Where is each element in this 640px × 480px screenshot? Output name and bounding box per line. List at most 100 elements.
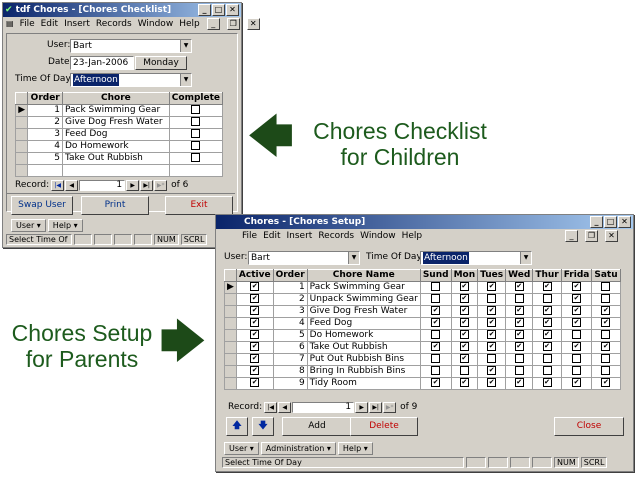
row-selector[interactable] bbox=[224, 353, 237, 366]
prev-record-icon[interactable]: ◀ bbox=[278, 401, 292, 413]
day-cell[interactable] bbox=[505, 353, 534, 366]
doc-close-button[interactable]: ✕ bbox=[605, 229, 618, 242]
day-cell[interactable]: ✔ bbox=[591, 341, 621, 354]
doc-close-button[interactable]: ✕ bbox=[246, 17, 260, 30]
day-cell[interactable] bbox=[450, 365, 479, 378]
active-cell[interactable]: ✔ bbox=[235, 365, 274, 378]
menu-file[interactable]: File bbox=[242, 231, 257, 241]
order-cell[interactable]: 1 bbox=[27, 104, 63, 117]
day-cell[interactable]: ✔ bbox=[477, 329, 507, 342]
day-checkbox[interactable]: ✔ bbox=[514, 330, 524, 339]
row-selector[interactable] bbox=[224, 329, 237, 342]
checklist-row[interactable]: 4 Do Homework bbox=[14, 140, 224, 153]
close-window-button[interactable]: ✕ bbox=[618, 216, 631, 228]
complete-checkbox[interactable] bbox=[191, 153, 201, 162]
day-cell[interactable]: ✔ bbox=[532, 377, 562, 390]
day-checkbox[interactable]: ✔ bbox=[542, 306, 552, 315]
order-cell[interactable]: 4 bbox=[272, 317, 308, 330]
day-cell[interactable]: ✔ bbox=[505, 281, 534, 294]
day-cell[interactable] bbox=[591, 281, 621, 294]
setup-row[interactable]: ✔ 6 Take Out Rubbish ✔ ✔ ✔ ✔ ✔ ✔ ✔ bbox=[224, 341, 621, 354]
dropdown-arrow-icon[interactable]: ▼ bbox=[520, 252, 531, 264]
day-checkbox[interactable] bbox=[572, 330, 582, 339]
col-order[interactable]: Order bbox=[272, 269, 308, 282]
day-checkbox[interactable]: ✔ bbox=[487, 342, 497, 351]
day-checkbox[interactable] bbox=[542, 366, 552, 375]
empty-cell[interactable] bbox=[27, 164, 63, 177]
day-checkbox[interactable]: ✔ bbox=[542, 342, 552, 351]
maximize-button[interactable]: □ bbox=[212, 4, 225, 16]
doc-icon[interactable]: ▤ bbox=[6, 19, 14, 28]
order-cell[interactable]: 9 bbox=[272, 377, 308, 390]
day-checkbox[interactable]: ✔ bbox=[431, 342, 441, 351]
exit-button[interactable]: Exit bbox=[165, 196, 233, 215]
order-cell[interactable]: 4 bbox=[27, 140, 63, 153]
active-checkbox[interactable]: ✔ bbox=[250, 306, 260, 315]
day-cell[interactable] bbox=[591, 293, 621, 306]
day-cell[interactable] bbox=[591, 329, 621, 342]
day-checkbox[interactable]: ✔ bbox=[514, 306, 524, 315]
day-checkbox[interactable]: ✔ bbox=[542, 282, 552, 291]
day-checkbox[interactable]: ✔ bbox=[487, 306, 497, 315]
day-cell[interactable]: ✔ bbox=[532, 305, 562, 318]
day-checkbox[interactable] bbox=[431, 354, 441, 363]
doc-restore-button[interactable]: ❐ bbox=[226, 17, 240, 30]
swap-user-button[interactable]: Swap User bbox=[11, 196, 73, 215]
day-checkbox[interactable]: ✔ bbox=[601, 306, 611, 315]
setup-row[interactable]: ✔ 8 Bring In Rubbish Bins ✔ bbox=[224, 365, 621, 378]
day-checkbox[interactable]: ✔ bbox=[514, 282, 524, 291]
day-checkbox[interactable] bbox=[431, 294, 441, 303]
row-selector[interactable] bbox=[224, 305, 237, 318]
day-checkbox[interactable]: ✔ bbox=[572, 318, 582, 327]
day-checkbox[interactable]: ✔ bbox=[487, 330, 497, 339]
col-sun[interactable]: Sund bbox=[419, 269, 452, 282]
day-cell[interactable]: ✔ bbox=[532, 317, 562, 330]
row-selector[interactable] bbox=[224, 377, 237, 390]
day-cell[interactable]: ✔ bbox=[560, 305, 593, 318]
checklist-row[interactable]: 2 Give Dog Fresh Water bbox=[14, 116, 224, 129]
setup-row[interactable]: ✔ 9 Tidy Room ✔ ✔ ✔ ✔ ✔ ✔ ✔ bbox=[224, 377, 621, 390]
day-checkbox[interactable] bbox=[487, 354, 497, 363]
user-combo[interactable]: Bart ▼ bbox=[70, 39, 192, 53]
day-cell[interactable]: ✔ bbox=[477, 341, 507, 354]
day-cell[interactable]: ✔ bbox=[505, 341, 534, 354]
last-record-icon[interactable]: ▶| bbox=[140, 179, 154, 191]
checklist-titlebar[interactable]: ✔ tdf Chores - [Chores Checklist] _ □ ✕ bbox=[3, 3, 241, 17]
day-checkbox[interactable]: ✔ bbox=[459, 294, 469, 303]
day-cell[interactable]: ✔ bbox=[532, 281, 562, 294]
order-cell[interactable]: 6 bbox=[272, 341, 308, 354]
chore-cell[interactable]: Feed Dog bbox=[61, 128, 170, 141]
toolbar-help-menu[interactable]: Help ▾ bbox=[337, 441, 373, 455]
active-checkbox[interactable]: ✔ bbox=[250, 282, 260, 291]
day-cell[interactable]: ✔ bbox=[591, 377, 621, 390]
menu-window[interactable]: Window bbox=[360, 231, 396, 241]
active-checkbox[interactable]: ✔ bbox=[250, 342, 260, 351]
day-checkbox[interactable] bbox=[514, 366, 524, 375]
move-up-button[interactable]: 🡅 bbox=[226, 417, 248, 436]
active-cell[interactable]: ✔ bbox=[235, 293, 274, 306]
day-checkbox[interactable]: ✔ bbox=[459, 378, 469, 387]
doc-minimize-button[interactable]: _ bbox=[206, 17, 220, 30]
day-cell[interactable]: ✔ bbox=[532, 329, 562, 342]
day-cell[interactable] bbox=[591, 365, 621, 378]
row-selector[interactable] bbox=[14, 128, 29, 141]
day-checkbox[interactable]: ✔ bbox=[572, 306, 582, 315]
menu-file[interactable]: File bbox=[20, 19, 35, 29]
day-checkbox[interactable]: ✔ bbox=[459, 306, 469, 315]
active-checkbox[interactable]: ✔ bbox=[250, 318, 260, 327]
row-selector[interactable] bbox=[14, 152, 29, 165]
menu-insert[interactable]: Insert bbox=[287, 231, 313, 241]
day-checkbox[interactable] bbox=[572, 354, 582, 363]
complete-cell[interactable] bbox=[168, 116, 224, 129]
day-checkbox[interactable]: ✔ bbox=[572, 282, 582, 291]
setup-user-combo[interactable]: Bart ▼ bbox=[248, 251, 360, 265]
day-checkbox[interactable]: ✔ bbox=[487, 378, 497, 387]
time-combo[interactable]: Afternoon ▼ bbox=[70, 73, 192, 87]
menu-edit[interactable]: Edit bbox=[263, 231, 280, 241]
order-cell[interactable]: 3 bbox=[272, 305, 308, 318]
row-selector[interactable] bbox=[14, 164, 29, 177]
day-checkbox[interactable] bbox=[601, 294, 611, 303]
day-cell[interactable]: ✔ bbox=[419, 341, 452, 354]
day-checkbox[interactable]: ✔ bbox=[431, 318, 441, 327]
day-cell[interactable] bbox=[419, 353, 452, 366]
